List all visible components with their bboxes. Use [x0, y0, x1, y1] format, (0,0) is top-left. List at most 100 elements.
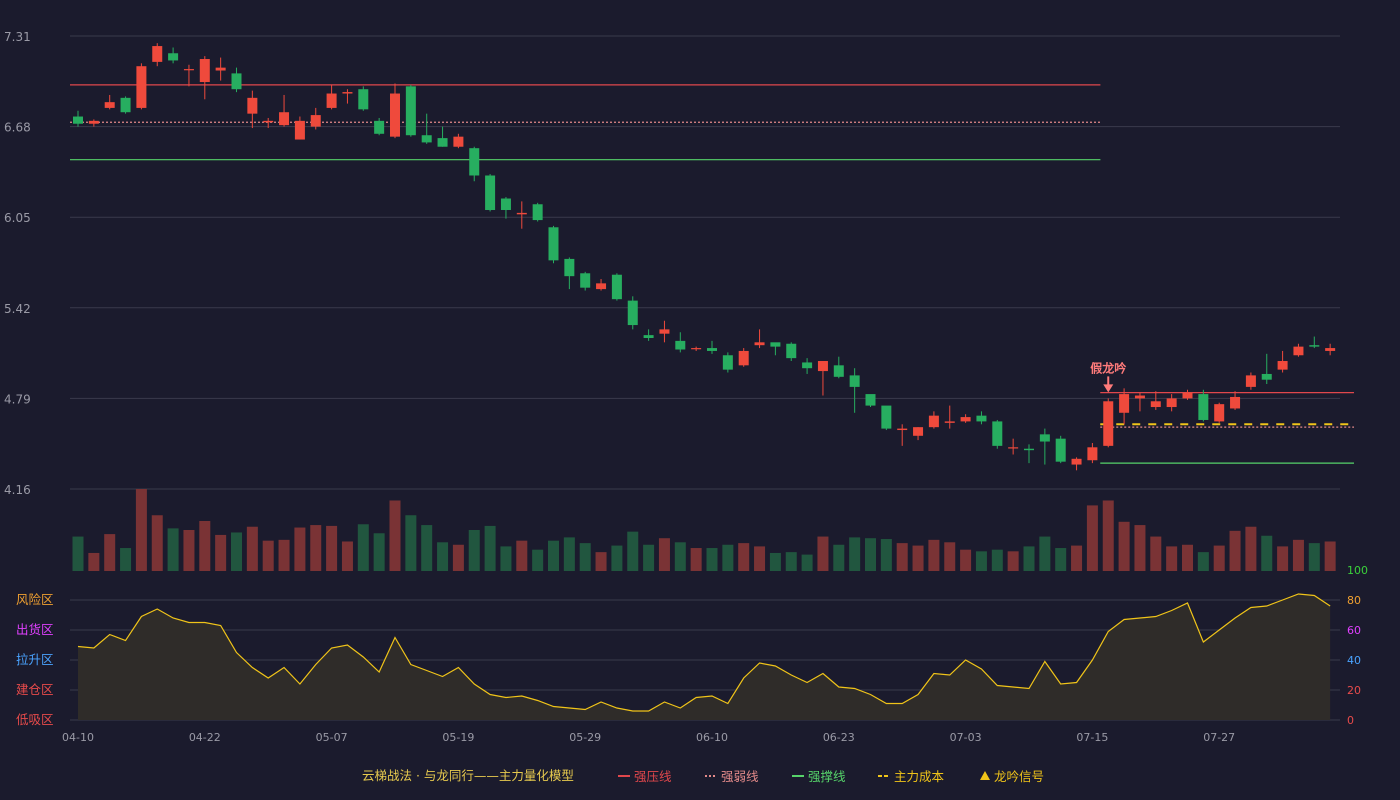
- volume-bar: [975, 551, 987, 571]
- volume-bar: [532, 549, 544, 571]
- volume-bar: [563, 537, 575, 571]
- candle: [738, 348, 749, 367]
- volume-bar: [627, 531, 639, 571]
- candle: [279, 94, 290, 127]
- volume-bar: [135, 489, 147, 571]
- candle: [770, 342, 781, 356]
- legend-item: 强撑线: [792, 769, 846, 784]
- candle-body: [691, 348, 702, 350]
- candle: [1071, 457, 1082, 471]
- volume-bar: [817, 536, 829, 571]
- candle: [817, 361, 828, 396]
- candle: [611, 273, 622, 301]
- candle: [1182, 389, 1193, 400]
- candle: [358, 86, 369, 111]
- candle: [453, 133, 464, 149]
- volume-bar: [548, 540, 559, 571]
- signal-label: 假龙吟: [1090, 360, 1126, 375]
- candle-body: [1119, 394, 1130, 413]
- candle-body: [897, 428, 908, 431]
- candle: [802, 358, 813, 374]
- candle: [485, 174, 496, 212]
- signal-layer: 假龙吟: [1090, 360, 1126, 393]
- candle-layer: [73, 43, 1336, 471]
- candle-body: [500, 198, 511, 211]
- candle-body: [1008, 447, 1019, 449]
- volume-bar: [912, 545, 924, 571]
- candle: [833, 356, 844, 379]
- candle-body: [1071, 458, 1082, 465]
- x-tick-label: 04-10: [62, 731, 94, 744]
- candle: [326, 84, 337, 110]
- candle: [1119, 388, 1130, 425]
- candle-body: [643, 335, 654, 338]
- candle: [516, 201, 527, 229]
- candle: [152, 43, 163, 67]
- candle: [1325, 343, 1336, 356]
- zone-label: 低吸区: [16, 712, 54, 727]
- candle: [944, 405, 955, 429]
- candle: [88, 119, 99, 127]
- volume-bar: [484, 525, 496, 571]
- volume-bar: [960, 549, 972, 571]
- candle: [1277, 350, 1288, 373]
- candle: [580, 271, 591, 291]
- volume-bar: [1308, 543, 1320, 571]
- candle-body: [849, 375, 860, 387]
- volume-bar: [278, 539, 290, 571]
- candle-body: [168, 53, 179, 61]
- candle-body: [104, 102, 115, 108]
- volume-bar: [1102, 500, 1114, 571]
- candle: [199, 56, 210, 100]
- indicator-tick-label: 20: [1347, 684, 1361, 697]
- volume-bar: [1166, 546, 1178, 571]
- indicator-tick-label: 60: [1347, 624, 1361, 637]
- zone-label: 拉升区: [16, 652, 54, 667]
- volume-bar: [452, 544, 464, 571]
- legend-item: 强压线: [618, 769, 672, 784]
- x-tick-label: 05-07: [316, 731, 348, 744]
- candle-body: [231, 73, 242, 90]
- indicator-tick-label: 100: [1347, 564, 1368, 577]
- volume-bar: [579, 543, 591, 571]
- indicator-layer: [77, 593, 1331, 720]
- volume-bar: [674, 542, 686, 571]
- candle-body: [421, 135, 432, 143]
- candle-body: [215, 67, 226, 71]
- volume-bar: [1150, 536, 1162, 571]
- candle: [722, 352, 733, 373]
- candle-body: [310, 115, 321, 127]
- volume-bar: [500, 546, 512, 571]
- volume-bar: [421, 525, 433, 571]
- volume-bar: [944, 542, 956, 571]
- volume-bar: [928, 539, 940, 571]
- candle: [786, 342, 797, 362]
- candle: [390, 83, 400, 139]
- candle-body: [120, 97, 131, 113]
- x-tick-label: 05-19: [442, 731, 474, 744]
- candle-body: [786, 343, 797, 359]
- candle-body: [1230, 396, 1241, 409]
- volume-bar: [1182, 544, 1193, 571]
- candle-body: [390, 93, 400, 137]
- volume-bar: [215, 534, 227, 571]
- zone-label: 出货区: [16, 622, 54, 637]
- candle: [659, 320, 670, 343]
- candle-body: [722, 355, 733, 370]
- volume-bar: [865, 538, 876, 571]
- volume-bar: [1007, 551, 1019, 571]
- candle: [120, 96, 131, 114]
- volume-bar: [1277, 546, 1289, 571]
- candle: [500, 197, 511, 219]
- volume-bar: [1197, 552, 1209, 571]
- volume-bar: [72, 536, 84, 571]
- volume-bar: [357, 524, 369, 571]
- candle-body: [913, 427, 924, 436]
- candle: [469, 146, 480, 182]
- candle-body: [738, 350, 749, 366]
- candle: [421, 113, 432, 144]
- candle: [294, 116, 305, 140]
- volume-bar: [991, 549, 1003, 571]
- candle-body: [1055, 438, 1066, 462]
- volume-bar: [658, 538, 670, 571]
